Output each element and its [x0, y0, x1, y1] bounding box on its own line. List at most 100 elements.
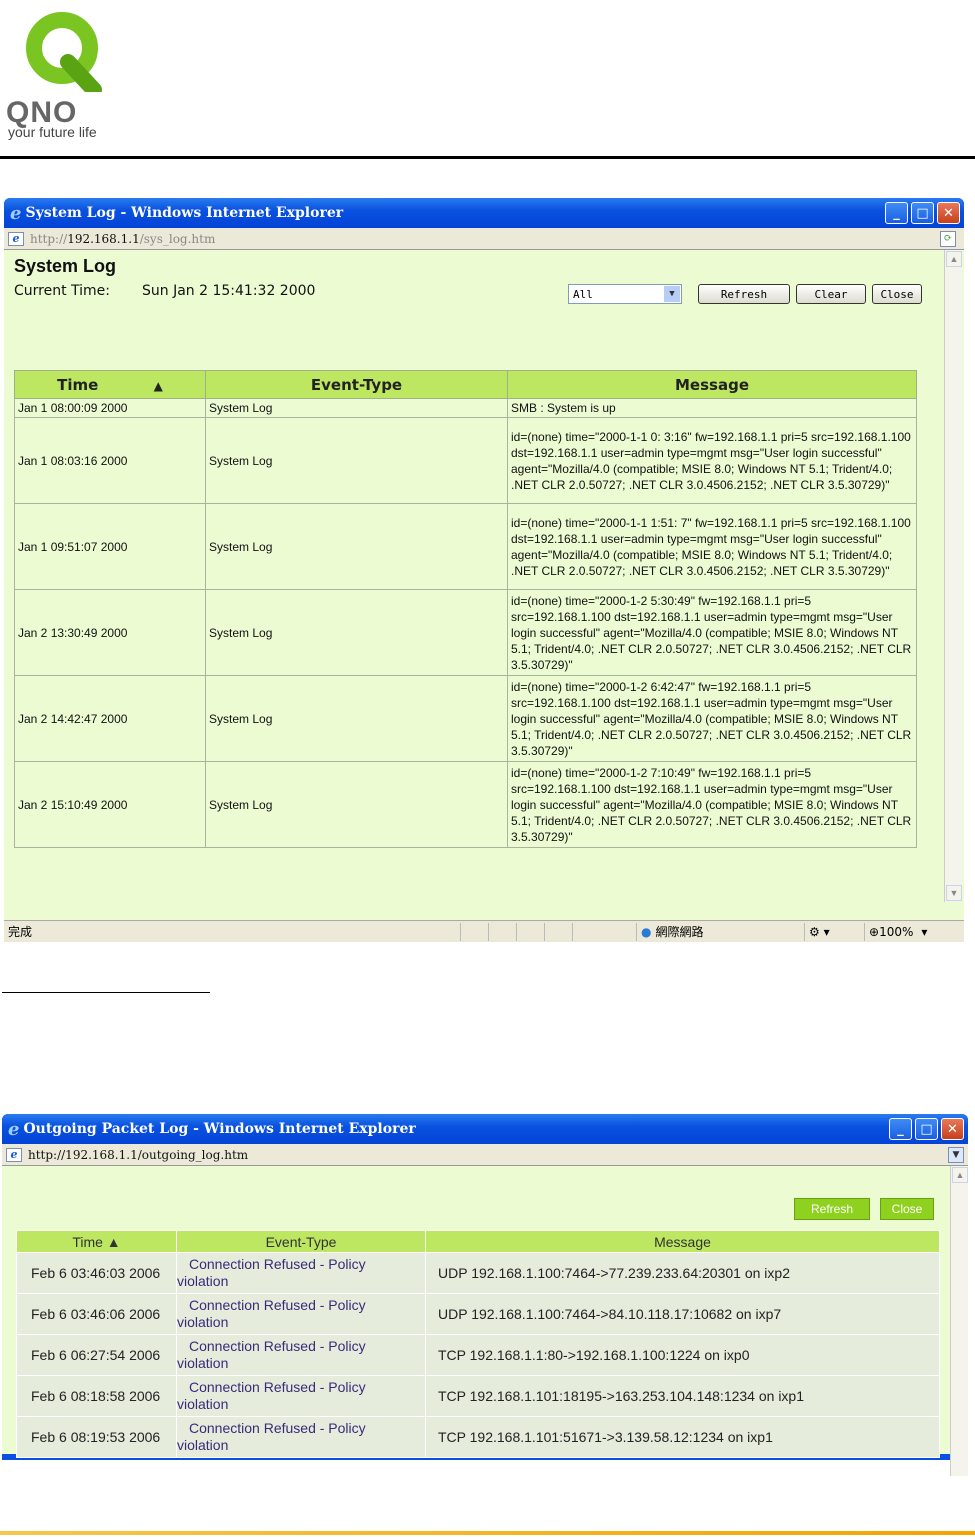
- header-divider: [0, 156, 975, 159]
- vertical-scrollbar[interactable]: ▲ ▼: [944, 250, 962, 902]
- cell-message: id=(none) time="2000-1-2 7:10:49" fw=192…: [507, 761, 917, 848]
- minimize-button[interactable]: _: [889, 1118, 912, 1140]
- address-bar[interactable]: e http://192.168.1.1/sys_log.htm ⟳: [4, 228, 964, 250]
- cell-time: Feb 6 08:19:53 2006: [16, 1416, 177, 1458]
- cell-time: Jan 1 08:00:09 2000: [14, 398, 206, 418]
- page-content: System Log Current Time: Sun Jan 2 15:41…: [4, 250, 964, 922]
- table-row: Feb 6 08:18:58 2006 Connection Refused - …: [16, 1375, 940, 1417]
- cell-time: Jan 1 08:03:16 2000: [14, 417, 206, 504]
- log-filter-select[interactable]: All ▼: [568, 284, 682, 304]
- outgoing-packet-log-window: e Outgoing Packet Log - Windows Internet…: [2, 1114, 968, 1476]
- cell-event: System Log: [205, 503, 508, 590]
- event-type-line: violation: [177, 1314, 229, 1330]
- table-row: Jan 1 08:03:16 2000 System Log id=(none) t…: [14, 417, 917, 504]
- system-log-table: Time ▲ Event-Type Message Jan 1 08:00:09…: [14, 370, 917, 848]
- address-bar[interactable]: e http://192.168.1.1/outgoing_log.htm ▼: [2, 1144, 968, 1166]
- column-header-event-type[interactable]: Event-Type: [176, 1230, 426, 1253]
- event-type-line: violation: [177, 1396, 229, 1412]
- window-title: System Log - Windows Internet Explorer: [25, 205, 344, 221]
- close-window-button[interactable]: ✕: [937, 202, 960, 224]
- close-window-button[interactable]: ✕: [941, 1118, 964, 1140]
- page-icon: e: [6, 1147, 22, 1162]
- qno-logo: QNO your future life: [6, 6, 126, 140]
- page-icon: e: [8, 231, 24, 246]
- qno-q-logo-icon: [26, 12, 102, 92]
- cell-event-type: Connection Refused - Policy violation: [176, 1375, 426, 1417]
- window-title: Outgoing Packet Log - Windows Internet E…: [23, 1121, 416, 1137]
- cell-message: id=(none) time="2000-1-2 5:30:49" fw=192…: [507, 589, 917, 676]
- cell-message: UDP 192.168.1.100:7464->84.10.118.17:106…: [425, 1293, 940, 1335]
- table-row: Feb 6 03:46:03 2006 Connection Refused - …: [16, 1252, 940, 1294]
- clear-button[interactable]: Clear: [796, 284, 866, 304]
- table-row: Feb 6 03:46:06 2006 Connection Refused - …: [16, 1293, 940, 1335]
- cell-event-type: Connection Refused - Policy violation: [176, 1252, 426, 1294]
- cell-time: Feb 6 08:18:58 2006: [16, 1375, 177, 1417]
- column-header-message[interactable]: Message: [507, 370, 917, 399]
- cell-time: Feb 6 03:46:03 2006: [16, 1252, 177, 1294]
- ie-icon: e: [8, 1118, 20, 1140]
- event-type-line: violation: [177, 1273, 229, 1289]
- cell-event: System Log: [205, 589, 508, 676]
- refresh-button[interactable]: Refresh: [794, 1198, 870, 1220]
- scroll-up-icon[interactable]: ▲: [952, 1167, 968, 1183]
- cell-time: Feb 6 03:46:06 2006: [16, 1293, 177, 1335]
- cell-message: id=(none) time="2000-1-1 0: 3:16" fw=192…: [507, 417, 917, 504]
- table-row: Feb 6 06:27:54 2006 Connection Refused - …: [16, 1334, 940, 1376]
- section-divider: [2, 992, 210, 993]
- cell-time: Jan 1 09:51:07 2000: [14, 503, 206, 590]
- globe-icon: ●: [641, 924, 652, 939]
- cell-event: System Log: [205, 761, 508, 848]
- table-row: Jan 1 09:51:07 2000 System Log id=(none) t…: [14, 503, 917, 590]
- system-log-window: e System Log - Windows Internet Explorer…: [4, 198, 964, 942]
- cell-time: Jan 2 15:10:49 2000: [14, 761, 206, 848]
- refresh-button[interactable]: Refresh: [698, 284, 790, 304]
- event-type-line: Connection Refused - Policy: [189, 1297, 366, 1313]
- cell-message: SMB : System is up: [507, 398, 917, 418]
- table-row: Jan 2 14:42:47 2000 System Log id=(none) t…: [14, 675, 917, 762]
- cell-message: id=(none) time="2000-1-1 1:51: 7" fw=192…: [507, 503, 917, 590]
- chevron-down-icon: ▾: [921, 924, 928, 939]
- cell-event-type: Connection Refused - Policy violation: [176, 1334, 426, 1376]
- table-row: Jan 2 15:10:49 2000 System Log id=(none) t…: [14, 761, 917, 848]
- cell-message: TCP 192.168.1.101:18195->163.253.104.148…: [425, 1375, 940, 1417]
- sort-ascending-icon: ▲: [153, 378, 163, 393]
- column-header-time[interactable]: Time ▲: [14, 370, 206, 399]
- cell-message: TCP 192.168.1.101:51671->3.139.58.12:123…: [425, 1416, 940, 1458]
- zoom-level[interactable]: ⊕ 100% ▾: [864, 922, 944, 941]
- current-time-value: Sun Jan 2 15:41:32 2000: [142, 283, 316, 299]
- compat-view-icon[interactable]: ⟳: [940, 230, 956, 247]
- column-header-event-type[interactable]: Event-Type: [205, 370, 508, 399]
- cell-time: Feb 6 06:27:54 2006: [16, 1334, 177, 1376]
- maximize-button[interactable]: □: [915, 1118, 938, 1140]
- event-type-line: Connection Refused - Policy: [189, 1338, 366, 1354]
- chevron-down-icon: ▼: [664, 286, 680, 302]
- event-type-line: violation: [177, 1355, 229, 1371]
- cell-event: System Log: [205, 675, 508, 762]
- close-button[interactable]: Close: [872, 284, 922, 304]
- cell-event-type: Connection Refused - Policy violation: [176, 1416, 426, 1458]
- scroll-down-icon[interactable]: ▼: [946, 885, 962, 901]
- table-row: Feb 6 08:19:53 2006 Connection Refused - …: [16, 1416, 940, 1458]
- protected-mode-icon[interactable]: ⚙ ▾: [804, 922, 864, 941]
- chevron-down-icon[interactable]: ▼: [948, 1146, 964, 1163]
- cell-message: UDP 192.168.1.100:7464->77.239.233.64:20…: [425, 1252, 940, 1294]
- scroll-up-icon[interactable]: ▲: [946, 251, 962, 267]
- event-type-line: Connection Refused - Policy: [189, 1256, 366, 1272]
- event-type-line: Connection Refused - Policy: [189, 1379, 366, 1395]
- cell-time: Jan 2 14:42:47 2000: [14, 675, 206, 762]
- vertical-scrollbar[interactable]: ▲: [950, 1166, 968, 1476]
- cell-message: TCP 192.168.1.1:80->192.168.1.100:1224 o…: [425, 1334, 940, 1376]
- minimize-button[interactable]: _: [885, 202, 908, 224]
- maximize-button[interactable]: □: [911, 202, 934, 224]
- column-header-message[interactable]: Message: [425, 1230, 940, 1253]
- event-type-line: violation: [177, 1437, 229, 1453]
- window-titlebar: e Outgoing Packet Log - Windows Internet…: [2, 1114, 968, 1144]
- window-titlebar: e System Log - Windows Internet Explorer…: [4, 198, 964, 228]
- page-title: System Log: [14, 256, 117, 276]
- column-header-time[interactable]: Time ▲: [16, 1230, 177, 1253]
- close-button[interactable]: Close: [880, 1198, 934, 1220]
- table-row: Jan 1 08:00:09 2000 System Log SMB : Syste…: [14, 398, 917, 418]
- page-content: Refresh Close Time ▲ Event-Type Message …: [2, 1166, 968, 1476]
- event-type-line: Connection Refused - Policy: [189, 1420, 366, 1436]
- status-text: 完成: [8, 925, 33, 939]
